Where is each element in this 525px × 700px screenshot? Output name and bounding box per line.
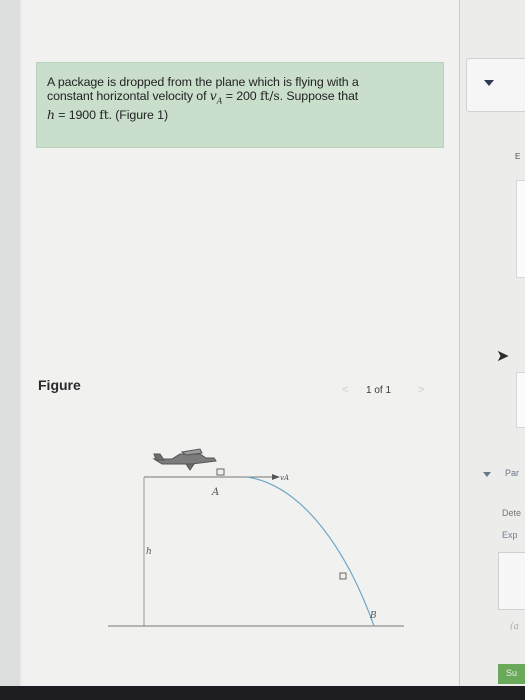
- velocity-symbol: v: [209, 88, 217, 103]
- answer-panel-box: [516, 180, 525, 278]
- height-symbol: h: [47, 107, 55, 123]
- submit-button[interactable]: Su: [498, 664, 525, 684]
- part-collapse-icon[interactable]: [483, 472, 491, 477]
- problem-line-1: A package is dropped from the plane whic…: [47, 75, 431, 89]
- package-icon: [216, 468, 225, 476]
- problem-text: A package is dropped from the plane whic…: [47, 75, 359, 89]
- velocity-label: vA: [280, 474, 289, 482]
- point-b-label: B: [369, 611, 377, 621]
- problem-pane: A package is dropped from the plane whic…: [22, 0, 460, 686]
- part-selector[interactable]: [466, 58, 525, 112]
- left-strip: [0, 0, 20, 690]
- velocity-value: = 200: [222, 89, 260, 103]
- answer-hint: (a: [510, 622, 519, 632]
- velocity-arrow-icon: [272, 474, 280, 480]
- falling-package-icon: [339, 572, 347, 580]
- trajectory-curve: [246, 476, 375, 627]
- edge-letter: E: [515, 152, 521, 161]
- point-a-label: A: [211, 487, 219, 498]
- problem-text: constant horizontal velocity of: [47, 89, 210, 103]
- height-unit: ft: [99, 107, 109, 123]
- part-instructions: Dete: [502, 508, 522, 518]
- airplane-icon: [152, 448, 217, 471]
- problem-text: . Suppose that: [279, 89, 359, 103]
- express-instructions: Exp: [502, 530, 518, 540]
- problem-line-2: constant horizontal velocity of vA = 200…: [47, 89, 431, 108]
- height-label: h: [146, 547, 152, 557]
- cursor-arrow-icon: ➤: [496, 348, 510, 365]
- height-value: = 1900: [54, 108, 100, 123]
- velocity-unit: ft/s: [259, 88, 280, 103]
- prev-figure-button[interactable]: <: [342, 384, 348, 396]
- part-title[interactable]: Par: [505, 468, 519, 478]
- answer-input[interactable]: [498, 552, 525, 610]
- problem-line-3: h = 1900 ft. (Figure 1): [47, 107, 431, 123]
- next-figure-button[interactable]: >: [418, 384, 424, 396]
- figure-heading: Figure: [38, 377, 81, 393]
- figure-pager: < 1 of 1 >: [342, 384, 432, 400]
- screen-bezel: [0, 686, 525, 700]
- problem-statement: A package is dropped from the plane whic…: [36, 62, 444, 148]
- figure-count: 1 of 1: [366, 385, 392, 396]
- chevron-down-icon: [484, 80, 494, 86]
- figure-diagram: A B h vA: [108, 448, 404, 627]
- answer-panel-box: [516, 372, 525, 428]
- figure-link[interactable]: . (Figure 1): [109, 108, 169, 122]
